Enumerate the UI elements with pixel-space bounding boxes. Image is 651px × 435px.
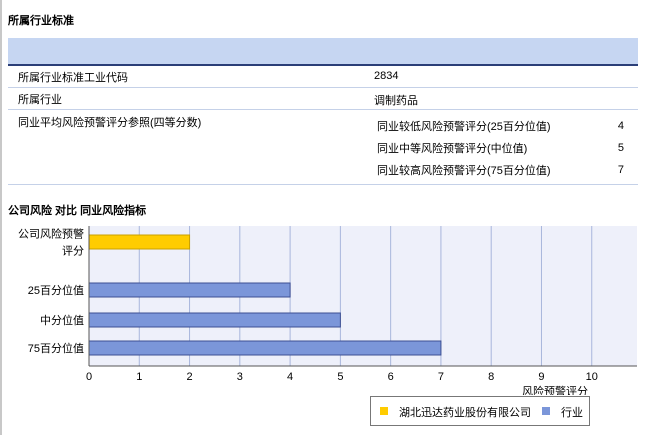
section-title-industry: 所属行业标准 <box>8 15 74 27</box>
peer-mid-label: 同业中等风险预警评分(中位值) <box>377 143 528 155</box>
legend-swatch-company <box>380 407 388 415</box>
peer-mid-value: 5 <box>617 142 624 154</box>
bar-industry <box>88 340 442 356</box>
peer-low-label: 同业较低风险预警评分(25百分位值) <box>377 121 551 133</box>
legend-label-industry: 行业 <box>561 407 583 419</box>
x-tick-label: 10 <box>586 371 598 383</box>
table-row-peer-average: 同业平均风险预警评分参照(四等分数) 同业较低风险预警评分(25百分位值) 4 … <box>8 110 638 185</box>
bar-industry <box>88 312 341 328</box>
industry-value: 调制药品 <box>374 95 418 107</box>
risk-comparison-chart: 0 1 2 3 4 5 6 7 8 9 10 公司风险预警评分 25百分位值中分位值 75百分位值风险预警… <box>18 226 637 395</box>
y-category-label: 公司风险预警 <box>18 227 84 241</box>
x-tick-label: 4 <box>287 371 293 383</box>
y-category-label: 25百分位值 <box>28 283 84 297</box>
x-tick-label: 0 <box>86 371 92 383</box>
sic-value: 2834 <box>374 70 399 82</box>
legend-label-company: 湖北迅达药业股份有限公司 <box>399 407 531 419</box>
bar-industry <box>88 282 291 298</box>
y-category-label: 75百分位值 <box>28 341 84 355</box>
table-row-sic: 所属行业标准工业代码 2834 <box>8 66 638 88</box>
peer-high-value: 7 <box>617 164 624 176</box>
x-axis-label: 风险预警评分 <box>522 384 588 395</box>
x-tick-label: 6 <box>388 371 394 383</box>
peer-average-label: 同业平均风险预警评分参照(四等分数) <box>18 117 202 129</box>
section-title-comparison: 公司风险 对比 同业风险指标 <box>8 205 147 217</box>
x-tick-label: 3 <box>237 371 243 383</box>
x-tick-label: 7 <box>438 371 444 383</box>
x-tick-label: 1 <box>136 371 142 383</box>
x-tick-label: 5 <box>337 371 343 383</box>
peer-low-value: 4 <box>617 120 624 132</box>
x-tick-label: 2 <box>186 371 192 383</box>
table-header-band <box>8 38 638 66</box>
x-tick-label: 8 <box>488 371 494 383</box>
x-tick-label: 9 <box>538 371 544 383</box>
sic-label: 所属行业标准工业代码 <box>18 72 128 84</box>
industry-label: 所属行业 <box>18 94 62 106</box>
peer-high-label: 同业较高风险预警评分(75百分位值) <box>377 165 551 177</box>
bar-company <box>88 234 191 250</box>
legend-swatch-industry <box>542 407 550 415</box>
chart-legend: 湖北迅达药业股份有限公司 行业 <box>370 396 590 426</box>
y-category-label: 中分位值 <box>40 313 84 327</box>
y-category-label: 评分 <box>62 245 84 258</box>
table-row-industry: 所属行业 调制药品 <box>8 88 638 110</box>
